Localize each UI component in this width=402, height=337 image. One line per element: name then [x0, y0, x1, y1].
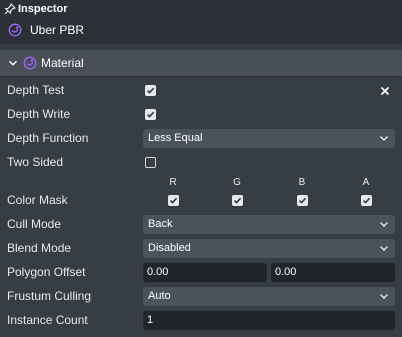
depth-test-checkbox[interactable]	[145, 85, 156, 96]
depth-function-label: Depth Function	[7, 131, 89, 145]
color-mask-g-checkbox[interactable]	[232, 195, 243, 206]
chevron-down-icon[interactable]	[7, 57, 19, 69]
blend-mode-value: Disabled	[148, 242, 191, 254]
frustum-culling-value: Auto	[148, 290, 171, 302]
two-sided-label: Two Sided	[7, 155, 64, 169]
frustum-culling-label: Frustum Culling	[7, 289, 92, 303]
chevron-down-icon	[380, 136, 388, 141]
chevron-down-icon	[380, 246, 388, 251]
color-mask-a-checkbox[interactable]	[361, 195, 372, 206]
mask-channel-r: R	[169, 177, 177, 188]
material-icon	[23, 56, 37, 70]
material-section-title: Material	[41, 56, 84, 70]
chevron-down-icon	[380, 222, 388, 227]
depth-write-label: Depth Write	[7, 107, 71, 121]
blend-mode-select[interactable]: Disabled	[143, 239, 395, 258]
polygon-offset-units-value: 0.00	[275, 266, 297, 278]
color-mask-b-checkbox[interactable]	[297, 195, 308, 206]
pin-icon[interactable]	[4, 3, 16, 15]
asset-name: Uber PBR	[30, 23, 85, 37]
instance-count-input[interactable]: 1	[143, 311, 395, 330]
depth-function-select[interactable]: Less Equal	[143, 129, 395, 148]
polygon-offset-label: Polygon Offset	[7, 265, 86, 279]
inspector-header: Inspector Uber PBR	[0, 0, 402, 44]
depth-test-label: Depth Test	[7, 83, 65, 97]
cull-mode-select[interactable]: Back	[143, 215, 395, 234]
material-asset-icon	[8, 23, 22, 37]
blend-mode-label: Blend Mode	[7, 241, 72, 255]
depth-write-checkbox[interactable]	[145, 109, 156, 120]
material-section-header[interactable]: Material	[0, 50, 402, 76]
chevron-down-icon	[380, 294, 388, 299]
frustum-culling-select[interactable]: Auto	[143, 287, 395, 306]
cull-mode-value: Back	[148, 218, 173, 230]
polygon-offset-units-input[interactable]: 0.00	[271, 263, 395, 282]
mask-channel-a: A	[362, 177, 370, 188]
divider	[0, 76, 402, 77]
inspector-title: Inspector	[18, 3, 68, 15]
polygon-offset-factor-input[interactable]: 0.00	[143, 263, 267, 282]
instance-count-label: Instance Count	[7, 313, 88, 327]
mask-channel-g: G	[233, 177, 241, 188]
color-mask-r-checkbox[interactable]	[168, 195, 179, 206]
two-sided-checkbox[interactable]	[145, 157, 156, 168]
inspector-title-row: Inspector	[4, 2, 68, 16]
asset-row: Uber PBR	[8, 21, 84, 39]
close-icon[interactable]	[378, 84, 392, 98]
mask-channel-b: B	[298, 177, 306, 188]
instance-count-value: 1	[147, 314, 154, 326]
polygon-offset-factor-value: 0.00	[147, 266, 169, 278]
cull-mode-label: Cull Mode	[7, 217, 62, 231]
color-mask-label: Color Mask	[7, 193, 68, 207]
depth-function-value: Less Equal	[148, 132, 203, 144]
